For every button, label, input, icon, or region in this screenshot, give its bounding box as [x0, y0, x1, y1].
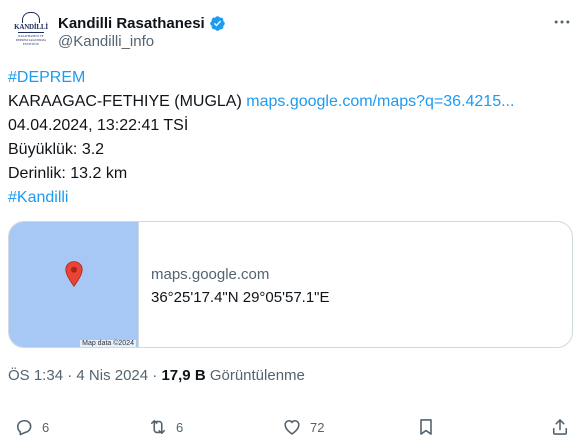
depth-text: Derinlik: 13.2 km — [8, 165, 128, 182]
verified-badge-icon — [209, 15, 225, 31]
views-label: Görüntülenme — [209, 367, 305, 384]
more-options-icon[interactable] — [552, 12, 572, 32]
link-preview-card[interactable]: Map data ©2024 maps.google.com 36°25'17.… — [8, 221, 573, 348]
bookmark-icon — [420, 419, 432, 435]
hashtag-deprem[interactable]: #DEPREM — [8, 69, 85, 86]
reply-count: 6 — [42, 419, 50, 435]
reply-button[interactable]: 6 — [14, 412, 49, 442]
map-credit: Map data ©2024 — [80, 340, 136, 347]
datetime-text: 04.04.2024, 13:22:41 TSİ — [8, 117, 189, 134]
tweet-time[interactable]: ÖS 1:34 — [8, 367, 63, 384]
observatory-dome-icon — [22, 12, 40, 23]
display-name[interactable]: Kandilli Rasathanesi — [58, 15, 205, 32]
meta-separator: · — [152, 367, 158, 384]
avatar[interactable]: KANDİLLİ RASATHANESİ VE DEPREM ARAŞTIRMA… — [12, 12, 50, 50]
share-button[interactable] — [550, 412, 570, 442]
repost-icon — [150, 419, 166, 435]
avatar-logo-subtext: RASATHANESİ VE DEPREM ARAŞTIRMA ENSTİTÜS… — [15, 34, 47, 46]
tweet-meta: ÖS 1:34 · 4 Nis 2024 · 17,9 B Görüntülen… — [8, 367, 305, 384]
tweet-text: #DEPREM KARAAGAC-FETHIYE (MUGLA) maps.go… — [8, 66, 578, 210]
bookmark-button[interactable] — [416, 412, 436, 442]
card-title: 36°25'17.4"N 29°05'57.1"E — [151, 289, 330, 306]
map-pin-icon — [65, 261, 83, 287]
map-thumbnail[interactable]: Map data ©2024 — [9, 222, 139, 347]
location-text: KARAAGAC-FETHIYE (MUGLA) — [8, 93, 242, 110]
tweet-date[interactable]: 4 Nis 2024 — [76, 367, 148, 384]
meta-separator: · — [67, 367, 73, 384]
hashtag-kandilli[interactable]: #Kandilli — [8, 189, 68, 206]
reply-icon — [16, 419, 32, 436]
repost-button[interactable]: 6 — [148, 412, 183, 442]
action-bar: 6 6 72 — [0, 412, 585, 442]
repost-count: 6 — [176, 419, 184, 435]
share-icon — [552, 419, 568, 435]
magnitude-text: Büyüklük: 3.2 — [8, 141, 105, 158]
like-count: 72 — [310, 419, 325, 435]
heart-icon — [284, 419, 300, 435]
name-row: Kandilli Rasathanesi — [58, 13, 226, 33]
tweet-header: KANDİLLİ RASATHANESİ VE DEPREM ARAŞTIRMA… — [12, 12, 572, 52]
author-handle[interactable]: @Kandilli_info — [58, 33, 154, 50]
map-link[interactable]: maps.google.com/maps?q=36.4215... — [246, 93, 514, 110]
views-count: 17,9 B — [161, 367, 206, 384]
avatar-logo-text: KANDİLLİ — [14, 23, 48, 31]
like-button[interactable]: 72 — [282, 412, 324, 442]
card-domain: maps.google.com — [151, 266, 270, 283]
avatar-divider — [18, 32, 44, 33]
